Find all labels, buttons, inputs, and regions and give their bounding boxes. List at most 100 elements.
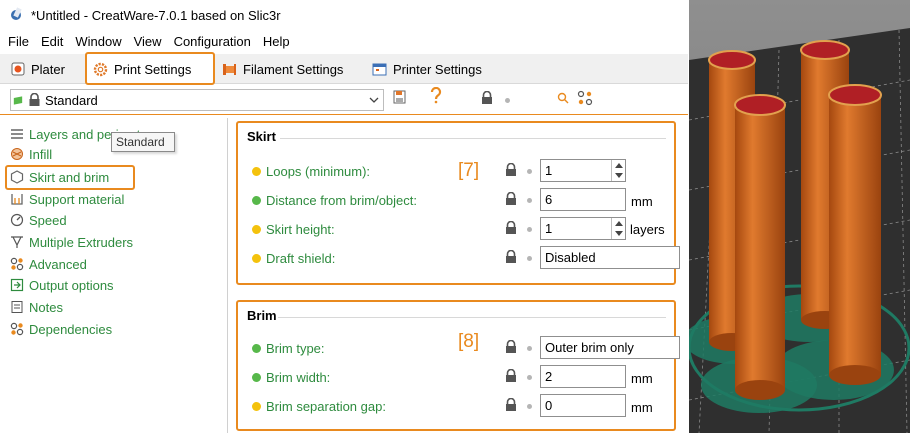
sidebar-item-notes[interactable]: Notes <box>10 297 63 317</box>
advanced-icon <box>10 257 24 271</box>
lock-icon[interactable] <box>504 163 518 177</box>
sidebar-item-speed[interactable]: Speed <box>10 210 67 230</box>
brim-width-input[interactable]: 2 <box>540 365 626 388</box>
flag-icon <box>13 96 23 105</box>
compare-presets-icon[interactable] <box>577 90 593 106</box>
preset-bar: Standard <box>0 85 688 115</box>
layers-icon <box>10 127 24 141</box>
menu-help[interactable]: Help <box>263 34 290 49</box>
menu-configuration[interactable]: Configuration <box>174 34 251 49</box>
brim-width-unit: mm <box>631 371 653 386</box>
brim-title: Brim <box>247 308 277 323</box>
skirt-height-input[interactable]: 1 <box>540 217 626 240</box>
sidebar-item-output-options[interactable]: Output options <box>10 275 114 295</box>
window-title: *Untitled - CreatWare-7.0.1 based on Sli… <box>31 7 281 23</box>
settings-sidebar: Layers and perimeters Standard Infill Sk… <box>0 118 228 433</box>
notes-icon <box>10 300 24 314</box>
draft-shield-value: Disabled <box>545 250 596 265</box>
tab-filament-settings[interactable]: Filament Settings <box>216 54 362 84</box>
cylinder-front-right <box>828 84 882 385</box>
printer-icon <box>372 62 387 77</box>
brim-gap-unit: mm <box>631 400 653 415</box>
extruder-icon <box>10 235 24 249</box>
menu-view[interactable]: View <box>134 34 162 49</box>
question-icon[interactable] <box>430 87 442 104</box>
tab-plater-label: Plater <box>31 61 65 77</box>
menu-bar: File Edit Window View Configuration Help <box>0 31 302 52</box>
distance-input[interactable]: 6 <box>540 188 626 211</box>
menu-file[interactable]: File <box>8 34 29 49</box>
system-value-dot <box>252 401 261 411</box>
loops-input[interactable]: 1 <box>540 159 626 182</box>
brim-divider <box>278 317 666 318</box>
sidebar-item-infill[interactable]: Infill <box>10 144 52 164</box>
app-icon <box>10 8 24 22</box>
brim-type-label-text: Brim type: <box>266 340 325 356</box>
sidebar-item-label: Infill <box>29 146 53 162</box>
sidebar-item-dependencies[interactable]: Dependencies <box>10 319 112 339</box>
tab-printer-settings[interactable]: Printer Settings <box>366 54 506 84</box>
lock-icon[interactable] <box>504 369 518 383</box>
search-icon[interactable] <box>557 92 569 104</box>
loops-spinner[interactable] <box>611 160 625 181</box>
brim-width-label-text: Brim width: <box>266 369 331 385</box>
chevron-down-icon <box>369 97 379 103</box>
modified-value-dot <box>252 195 261 205</box>
bullet-icon <box>505 98 510 103</box>
lock-icon <box>29 93 40 106</box>
brim-type-label: Brim type: <box>252 339 325 357</box>
skirt-divider <box>280 138 666 139</box>
bullet-icon <box>527 256 532 261</box>
sidebar-item-support[interactable]: Support material <box>10 189 124 209</box>
tab-print-settings-label: Print Settings <box>114 61 192 77</box>
lock-icon[interactable] <box>504 221 518 235</box>
brim-gap-label-text: Brim separation gap: <box>266 398 386 414</box>
sidebar-item-skirt-and-brim[interactable]: Skirt and brim <box>10 167 109 187</box>
sidebar-item-label: Skirt and brim <box>29 169 110 185</box>
skirt-height-spinner[interactable] <box>611 218 625 239</box>
bullet-icon <box>527 404 532 409</box>
draft-shield-label-text: Draft shield: <box>266 250 336 266</box>
tab-plater[interactable]: Plater <box>4 54 82 84</box>
brim-type-value: Outer brim only <box>545 340 634 355</box>
skirt-height-value: 1 <box>545 221 553 236</box>
preset-select[interactable]: Standard <box>10 89 384 111</box>
infill-icon <box>10 147 24 161</box>
sidebar-item-label: Speed <box>29 212 67 228</box>
loops-label-text: Loops (minimum): <box>266 163 371 179</box>
draft-shield-label: Draft shield: <box>252 249 335 267</box>
lock-icon[interactable] <box>504 192 518 206</box>
distance-unit: mm <box>631 194 653 209</box>
tab-print-settings[interactable]: Print Settings <box>86 54 214 84</box>
sidebar-item-advanced[interactable]: Advanced <box>10 254 87 274</box>
main-tabs: Plater Print Settings Filament Settings … <box>0 54 688 84</box>
settings-window: *Untitled - CreatWare-7.0.1 based on Sli… <box>0 0 688 433</box>
save-preset-icon[interactable] <box>393 90 406 104</box>
distance-label: Distance from brim/object: <box>252 191 417 209</box>
preset-tooltip: Standard <box>111 132 175 152</box>
bullet-icon <box>527 346 532 351</box>
bullet-icon <box>527 198 532 203</box>
bullet-icon <box>527 169 532 174</box>
3d-preview[interactable] <box>689 0 910 433</box>
menu-edit[interactable]: Edit <box>41 34 63 49</box>
skirt-panel: Skirt [7] Loops (minimum): 1 Distance fr… <box>236 121 680 285</box>
lock-icon[interactable] <box>504 340 518 354</box>
menu-window[interactable]: Window <box>75 34 121 49</box>
lock-icon[interactable] <box>504 250 518 264</box>
brim-gap-label: Brim separation gap: <box>252 397 386 415</box>
bullet-icon <box>527 375 532 380</box>
skirt-title: Skirt <box>247 129 276 144</box>
sidebar-item-label: Advanced <box>29 256 87 272</box>
brim-type-select[interactable]: Outer brim only <box>540 336 680 359</box>
output-icon <box>10 278 24 292</box>
tab-printer-settings-label: Printer Settings <box>393 61 482 77</box>
lock-icon[interactable] <box>504 398 518 412</box>
sidebar-item-label: Output options <box>29 277 114 293</box>
brim-gap-input[interactable]: 0 <box>540 394 626 417</box>
lock-icon[interactable] <box>480 91 494 105</box>
draft-shield-select[interactable]: Disabled <box>540 246 680 269</box>
annotation-7: [7] <box>458 160 480 181</box>
plater-icon <box>10 62 25 77</box>
sidebar-item-multiple-extruders[interactable]: Multiple Extruders <box>10 232 133 252</box>
